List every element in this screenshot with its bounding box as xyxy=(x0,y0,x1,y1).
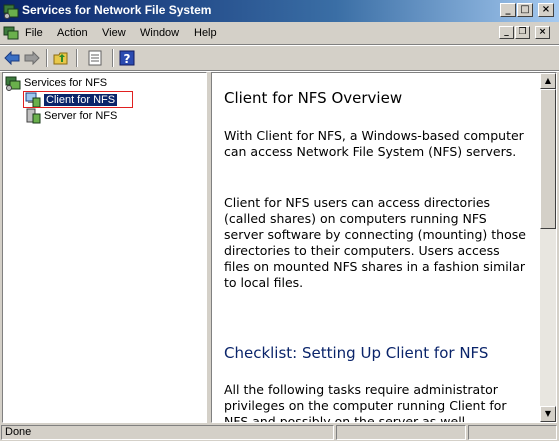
toolbar: ? xyxy=(0,46,559,70)
child-close-button[interactable]: × xyxy=(535,26,550,39)
toolbar-separator xyxy=(112,49,114,67)
console-icon[interactable] xyxy=(3,25,19,41)
server-computer-icon xyxy=(26,108,41,124)
menu-action[interactable]: Action xyxy=(57,27,88,39)
menu-window[interactable]: Window xyxy=(140,27,179,39)
forward-button[interactable] xyxy=(23,49,41,67)
scroll-up-button[interactable]: ▲ xyxy=(540,73,556,89)
console-tree[interactable]: Services for NFS Client for NFS Server f… xyxy=(2,72,207,423)
vertical-scrollbar[interactable]: ▲ ▼ xyxy=(540,73,556,422)
tree-item-label: Server for NFS xyxy=(44,110,118,122)
mmc-window: Services for Network File System _ □ × F… xyxy=(0,0,559,441)
overview-paragraph: Client for NFS users can access director… xyxy=(224,195,526,290)
menu-view[interactable]: View xyxy=(102,27,126,39)
help-icon: ? xyxy=(119,50,135,66)
minimize-button[interactable]: _ xyxy=(500,3,516,17)
status-panel xyxy=(468,425,557,440)
overview-heading: Client for NFS Overview xyxy=(224,89,403,107)
window-title: Services for Network File System xyxy=(22,3,212,17)
toolbar-separator xyxy=(46,49,48,67)
forward-icon xyxy=(24,51,40,65)
tree-root-label: Services for NFS xyxy=(24,77,108,89)
nfs-app-icon xyxy=(3,4,19,19)
maximize-button[interactable]: □ xyxy=(517,3,533,17)
up-one-level-button[interactable] xyxy=(52,49,70,67)
properties-icon xyxy=(88,50,102,66)
tree-item-server-for-nfs[interactable]: Server for NFS xyxy=(25,108,117,124)
menu-help[interactable]: Help xyxy=(194,27,217,39)
svg-text:?: ? xyxy=(124,52,131,66)
scroll-down-button[interactable]: ▼ xyxy=(540,406,556,422)
title-bar[interactable]: Services for Network File System _ □ × xyxy=(0,0,559,22)
child-restore-button[interactable]: ❐ xyxy=(515,26,530,39)
toolbar-separator xyxy=(76,49,78,67)
status-panel xyxy=(336,425,466,440)
tree-root-item[interactable]: Services for NFS xyxy=(5,75,107,91)
overview-paragraph: With Client for NFS, a Windows-based com… xyxy=(224,128,524,159)
back-icon xyxy=(4,51,20,65)
child-minimize-button[interactable]: _ xyxy=(499,26,514,39)
highlight-box xyxy=(23,91,133,108)
checklist-heading[interactable]: Checklist: Setting Up Client for NFS xyxy=(224,344,488,362)
close-button[interactable]: × xyxy=(538,3,554,17)
back-button[interactable] xyxy=(3,49,21,67)
help-button[interactable]: ? xyxy=(118,49,136,67)
menu-file[interactable]: File xyxy=(25,27,43,39)
checklist-paragraph: All the following tasks require administ… xyxy=(224,382,507,423)
scroll-thumb[interactable] xyxy=(540,89,556,229)
status-bar: Done xyxy=(0,424,559,441)
up-folder-icon xyxy=(53,52,68,65)
nfs-services-icon xyxy=(5,76,21,91)
menu-bar: File Action View Window Help xyxy=(0,22,559,44)
status-text: Done xyxy=(1,425,334,440)
details-pane[interactable]: Client for NFS Overview With Client for … xyxy=(211,72,557,423)
properties-button[interactable] xyxy=(86,49,104,67)
